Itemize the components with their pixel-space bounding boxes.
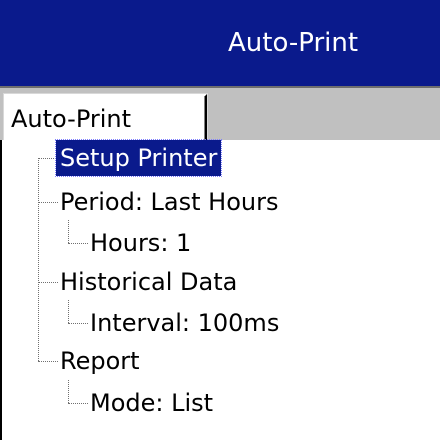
tree-connector-historical-child — [68, 300, 69, 323]
tree-item-interval[interactable]: Interval: 100ms — [90, 305, 279, 341]
tree-connector-main — [38, 158, 39, 361]
tree-connector-report — [38, 361, 58, 362]
tree-connector-historical — [38, 282, 58, 283]
tree-panel: Setup Printer Period: Last Hours Hours: … — [0, 139, 440, 440]
window-title: Auto-Print — [228, 28, 359, 58]
tree-item-historical-data[interactable]: Historical Data — [60, 264, 237, 300]
tab-label: Auto-Print — [11, 105, 132, 133]
tree-item-mode[interactable]: Mode: List — [90, 385, 213, 421]
tree-connector-period-child — [68, 220, 69, 243]
tree-connector-setup — [38, 158, 58, 159]
tree-connector-mode — [68, 403, 88, 404]
content-area: Auto-Print Setup Printer Period: Last Ho… — [0, 86, 440, 440]
tree-item-setup-printer[interactable]: Setup Printer — [54, 139, 223, 177]
title-bar: Auto-Print — [0, 0, 440, 86]
tab-auto-print[interactable]: Auto-Print — [3, 93, 208, 145]
tab-strip: Auto-Print — [0, 86, 440, 145]
tree-connector-hours — [68, 243, 88, 244]
tree-item-report[interactable]: Report — [60, 343, 140, 379]
settings-tree: Setup Printer Period: Last Hours Hours: … — [2, 139, 440, 440]
tree-connector-period — [38, 202, 58, 203]
tree-connector-report-child — [68, 380, 69, 403]
tree-connector-interval — [68, 323, 88, 324]
tree-item-period[interactable]: Period: Last Hours — [60, 184, 278, 220]
tree-item-hours[interactable]: Hours: 1 — [90, 225, 191, 261]
